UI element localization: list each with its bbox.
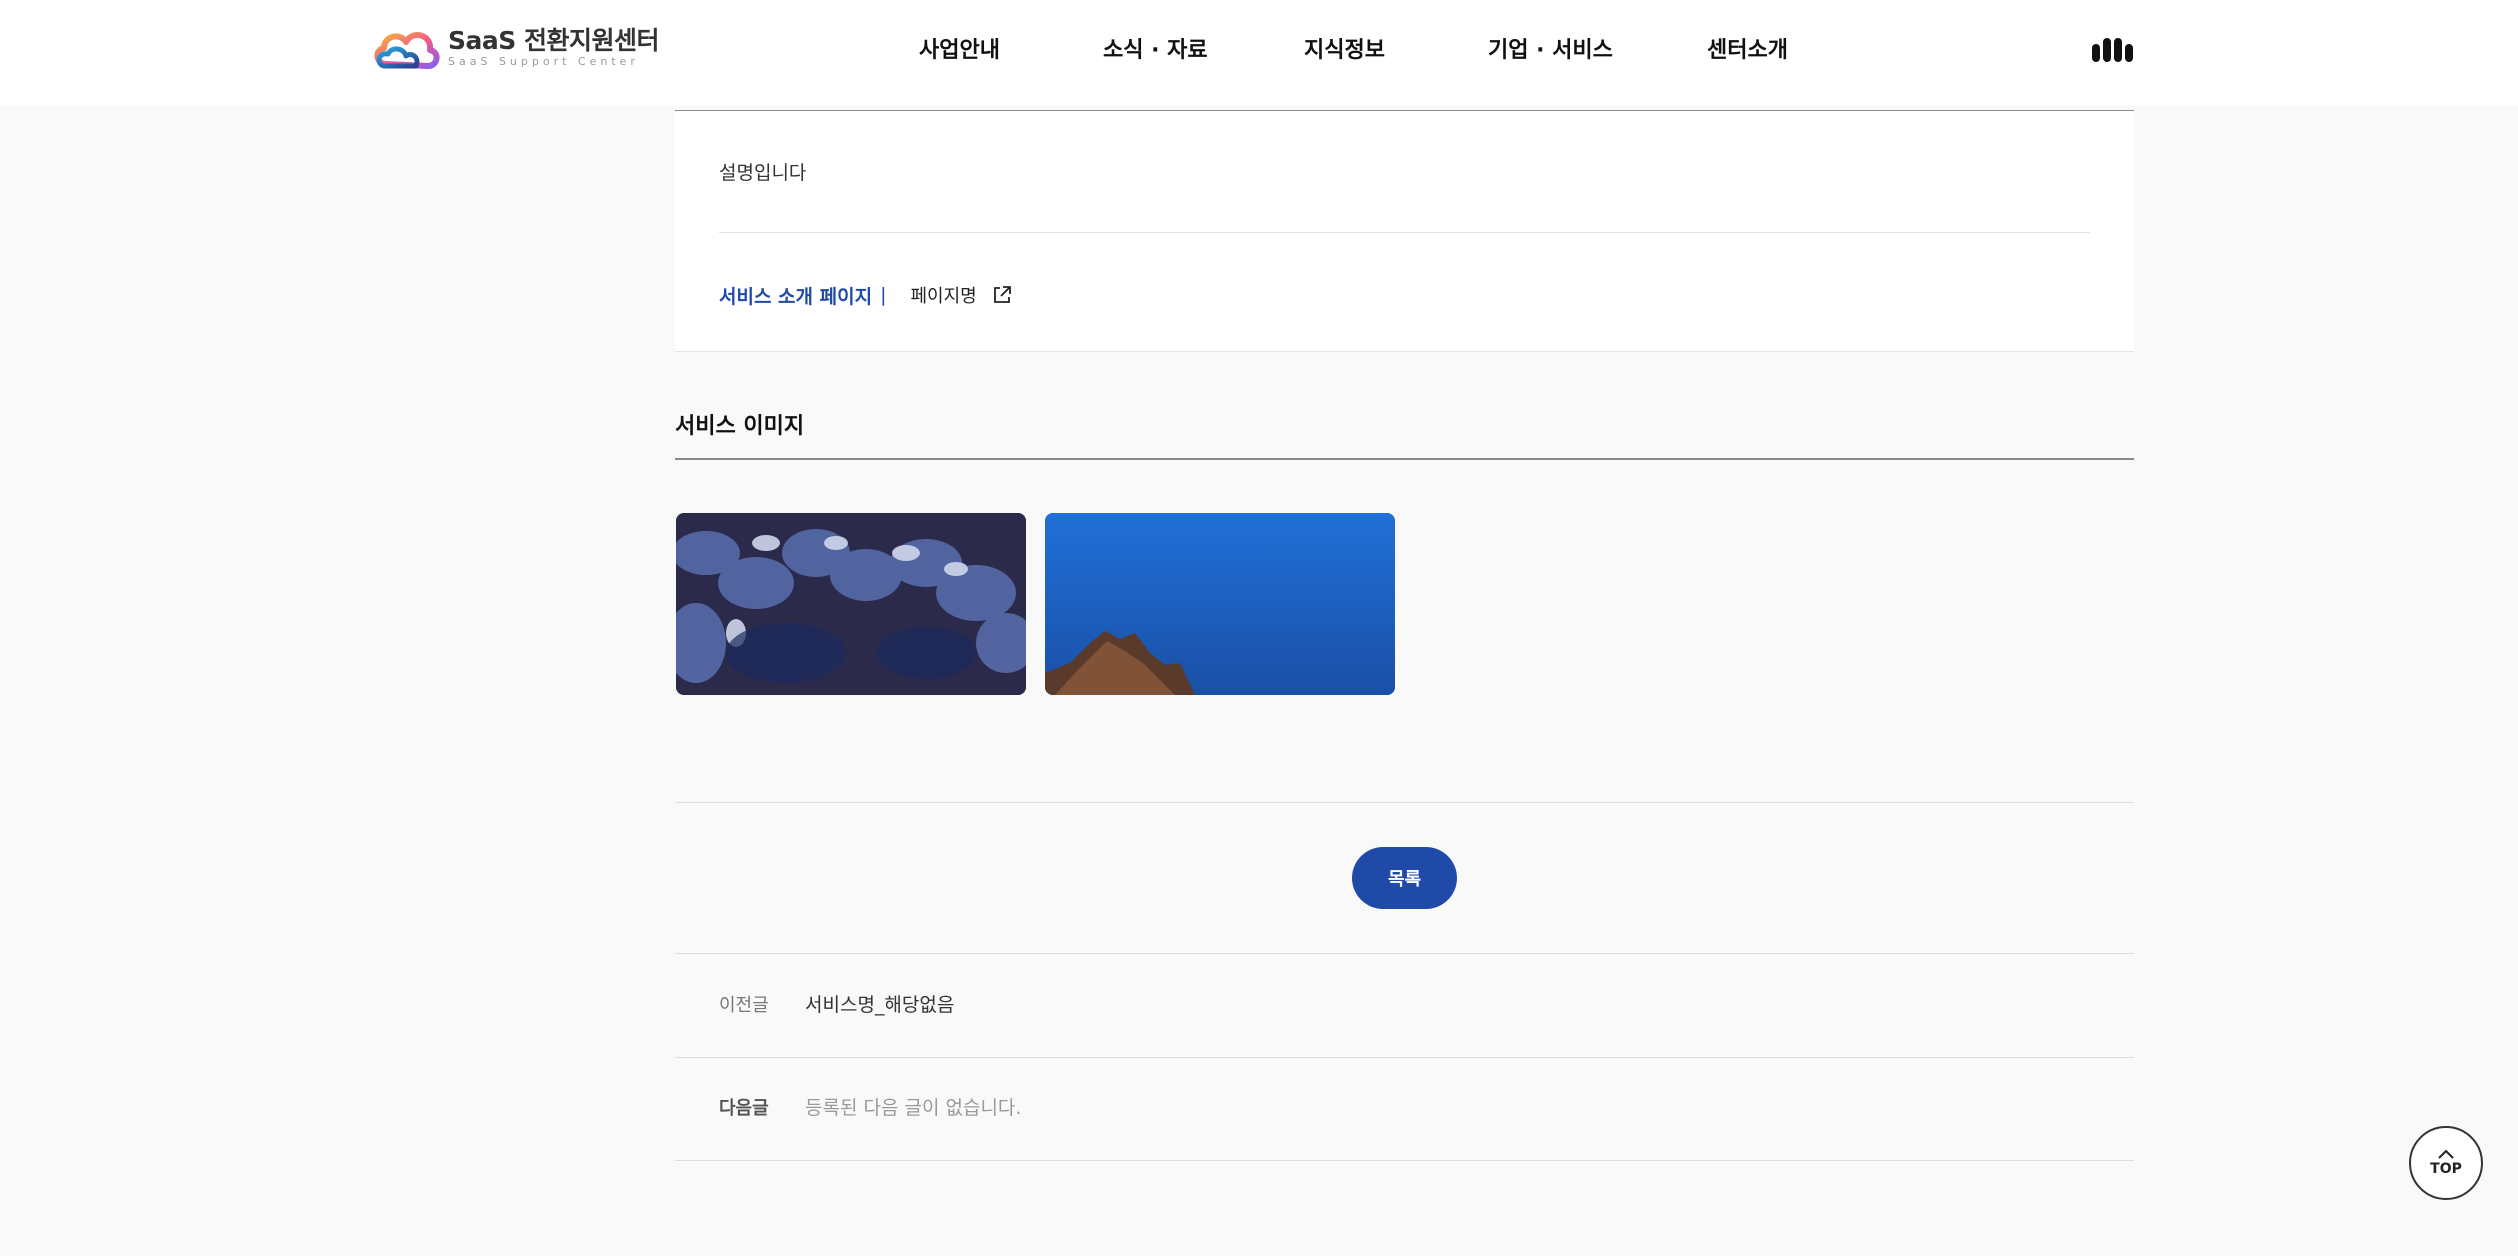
- site-header: SaaS 전환지원센터 SaaS Support Center 사업안내 소식 …: [0, 0, 2518, 106]
- next-post-label: 다음글: [719, 1098, 769, 1119]
- top-rule: [675, 110, 2134, 111]
- section-rule: [675, 458, 2134, 460]
- next-post-row: 다음글 등록된 다음 글이 없습니다.: [675, 1057, 2134, 1161]
- prev-post-label: 이전글: [719, 995, 769, 1016]
- nav-item-company-service[interactable]: 기업 · 서비스: [1488, 36, 1613, 66]
- nav-item-news[interactable]: 소식 · 자료: [1103, 36, 1208, 66]
- logo-title: SaaS 전환지원센터: [448, 26, 659, 55]
- menu-bars-icon[interactable]: [2092, 36, 2134, 62]
- nav-item-knowledge[interactable]: 지식정보: [1304, 36, 1385, 66]
- logo-subtitle: SaaS Support Center: [448, 55, 639, 68]
- divider: [719, 232, 2090, 233]
- next-post-title: 등록된 다음 글이 없습니다.: [805, 1097, 1022, 1119]
- service-link-label: 서비스 소개 페이지: [719, 285, 873, 308]
- service-image-1[interactable]: [676, 513, 1026, 695]
- chain-image: [676, 513, 1026, 695]
- service-image-2[interactable]: [1045, 513, 1395, 695]
- logo-text: SaaS 전환지원센터 SaaS Support Center: [448, 27, 659, 69]
- external-link-icon[interactable]: [991, 284, 1013, 306]
- service-link-row: 서비스 소개 페이지 | 페이지명: [719, 280, 1013, 310]
- images-section-title: 서비스 이미지: [675, 414, 805, 439]
- link-separator: |: [880, 284, 887, 306]
- nav-item-center[interactable]: 센터소개: [1707, 36, 1788, 66]
- divider: [675, 802, 2134, 803]
- prev-post-row[interactable]: 이전글 서비스명_해당없음: [675, 954, 2134, 1058]
- scroll-top-button[interactable]: TOP: [2409, 1126, 2483, 1200]
- list-button[interactable]: 목록: [1352, 847, 1457, 909]
- nav-item-business[interactable]: 사업안내: [919, 36, 1000, 66]
- service-description-box: 설명입니다 서비스 소개 페이지 | 페이지명: [675, 110, 2134, 352]
- prev-post-title[interactable]: 서비스명_해당없음: [805, 990, 954, 1017]
- scroll-top-label: TOP: [2430, 1161, 2462, 1177]
- service-description: 설명입니다: [719, 162, 807, 184]
- chevron-up-icon: [2438, 1149, 2454, 1159]
- service-page-link[interactable]: 페이지명: [910, 282, 976, 308]
- cloud-logo-icon: [374, 32, 440, 69]
- sea-rock-image: [1045, 513, 1395, 695]
- site-logo[interactable]: SaaS 전환지원센터 SaaS Support Center: [372, 24, 659, 72]
